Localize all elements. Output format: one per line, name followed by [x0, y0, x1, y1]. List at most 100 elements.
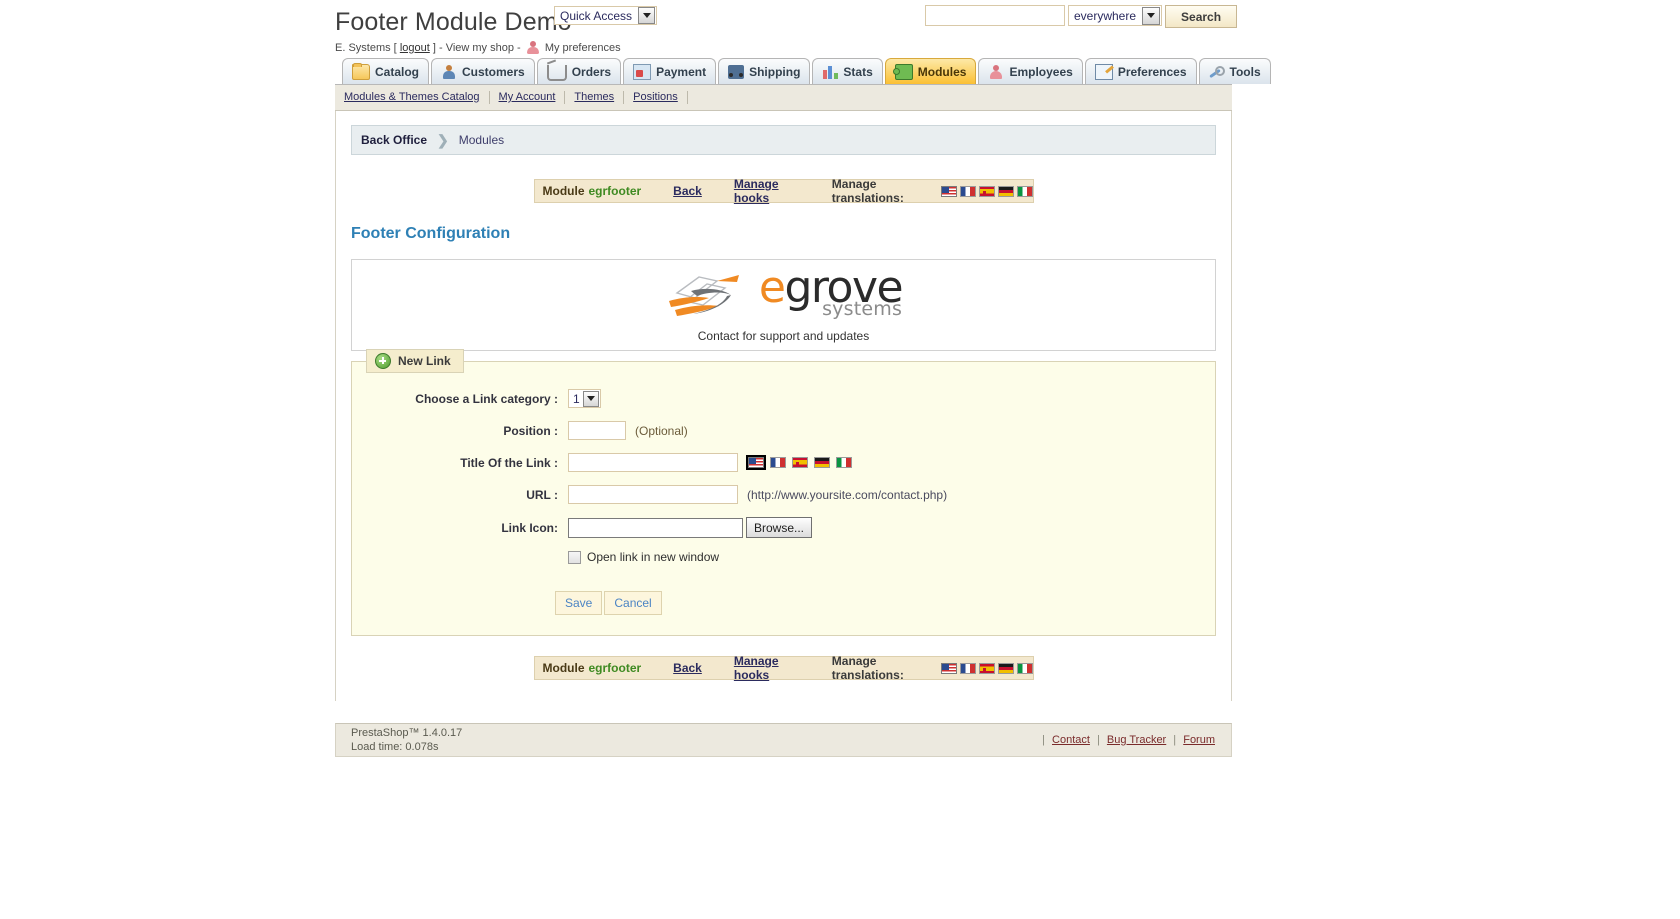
translation-flags: [940, 662, 1033, 674]
tab-orders[interactable]: Orders: [536, 58, 622, 84]
logo-subtext: systems: [822, 298, 903, 321]
legend-label: New Link: [398, 354, 451, 368]
field-row-link-icon: Link Icon: Browse...: [352, 517, 1215, 538]
tab-label: Stats: [843, 64, 873, 79]
url-hint: (http://www.yoursite.com/contact.php): [747, 487, 948, 502]
quick-access-dropdown[interactable]: Quick Access: [554, 6, 658, 25]
subtab-themes[interactable]: Themes: [565, 91, 625, 104]
manage-translations-label: Manage translations:: [831, 654, 904, 682]
tab-stats[interactable]: Stats: [812, 58, 883, 84]
folder-icon: [352, 62, 370, 80]
user-avatar-icon: [526, 41, 540, 55]
link-icon-label: Link Icon:: [501, 520, 558, 535]
category-value: 1: [573, 391, 580, 406]
es-flag-icon[interactable]: [792, 457, 808, 468]
fr-flag-icon[interactable]: [959, 185, 976, 197]
chevron-down-icon[interactable]: [1142, 6, 1161, 25]
separator: |: [1173, 734, 1177, 746]
title-label: Title Of the Link :: [460, 455, 558, 470]
open-new-window-checkbox[interactable]: [568, 550, 581, 564]
it-flag-icon[interactable]: [836, 457, 852, 468]
tab-modules[interactable]: Modules: [884, 58, 977, 84]
de-flag-icon[interactable]: [814, 457, 830, 468]
add-circle-icon: [375, 353, 391, 369]
cancel-button[interactable]: Cancel: [604, 591, 662, 615]
back-link[interactable]: Back: [673, 661, 702, 675]
employee-icon: [988, 64, 1004, 79]
footer-links: | Contact | Bug Tracker | Forum: [1042, 734, 1219, 746]
es-flag-icon[interactable]: [978, 662, 995, 674]
search-button[interactable]: Search: [1165, 5, 1238, 28]
my-preferences-link[interactable]: My preferences: [545, 42, 621, 54]
tab-preferences[interactable]: Preferences: [1084, 58, 1197, 84]
tab-customers[interactable]: Customers: [431, 58, 535, 84]
footer-version-block: PrestaShop™ 1.4.0.17 Load time: 0.078s: [351, 726, 462, 754]
branding-box: egrove systems Contact for support and u…: [351, 259, 1216, 351]
position-input[interactable]: [568, 421, 626, 440]
de-flag-icon[interactable]: [997, 662, 1014, 674]
search-scope-dropdown[interactable]: everywhere: [1068, 5, 1163, 26]
search-area: everywhere Search: [925, 5, 1238, 28]
customers-icon: [441, 64, 457, 79]
subtab-my-account[interactable]: My Account: [490, 91, 566, 104]
cart-icon: [546, 65, 567, 81]
tab-label: Catalog: [375, 64, 420, 79]
title-language-flags: [746, 455, 852, 470]
preferences-icon: [1094, 63, 1113, 80]
es-flag-icon[interactable]: [978, 185, 995, 197]
translation-flags: [940, 185, 1033, 197]
link-icon-file-input[interactable]: [568, 517, 743, 538]
browse-button[interactable]: Browse...: [746, 517, 812, 538]
us-flag-icon[interactable]: [940, 662, 957, 674]
back-link[interactable]: Back: [673, 184, 702, 198]
it-flag-icon[interactable]: [1016, 662, 1033, 674]
search-input[interactable]: [925, 5, 1065, 26]
chevron-down-icon[interactable]: [582, 390, 599, 407]
separator: |: [1097, 734, 1100, 746]
field-row-url: URL : (http://www.yoursite.com/contact.p…: [352, 485, 1215, 504]
forum-link[interactable]: Forum: [1179, 734, 1219, 746]
save-button[interactable]: Save: [555, 591, 603, 615]
tab-payment[interactable]: Payment: [623, 58, 717, 84]
field-row-title: Title Of the Link :: [352, 453, 1215, 472]
position-hint: (Optional): [635, 423, 688, 438]
link-category-select[interactable]: 1: [568, 389, 601, 408]
breadcrumb-root[interactable]: Back Office: [361, 133, 427, 147]
tab-tools[interactable]: Tools: [1198, 58, 1271, 84]
logout-link[interactable]: logout: [400, 42, 430, 54]
bug-tracker-link[interactable]: Bug Tracker: [1103, 734, 1170, 746]
fieldset-legend: New Link: [366, 349, 464, 373]
manage-hooks-link[interactable]: Manage hooks: [734, 654, 804, 682]
tab-employees[interactable]: Employees: [978, 58, 1083, 84]
page-footer: PrestaShop™ 1.4.0.17 Load time: 0.078s |…: [335, 723, 1232, 757]
chevron-down-icon[interactable]: [638, 7, 656, 24]
fr-flag-icon[interactable]: [770, 457, 786, 468]
tab-shipping[interactable]: Shipping: [718, 58, 811, 84]
us-flag-icon[interactable]: [940, 185, 957, 197]
de-flag-icon[interactable]: [997, 185, 1014, 197]
search-scope-label: everywhere: [1074, 8, 1137, 23]
page-header: Footer Module Demo E. Systems [ logout ]…: [335, 0, 1238, 58]
field-row-position: Position : (Optional): [352, 421, 1215, 440]
subtab-modules-themes-catalog[interactable]: Modules & Themes Catalog: [344, 91, 490, 104]
breadcrumb-current: Modules: [458, 133, 505, 147]
module-label: Module: [542, 661, 585, 675]
url-label: URL :: [526, 487, 558, 502]
module-name: egrfooter: [588, 661, 642, 675]
link-title-input[interactable]: [568, 453, 738, 472]
contact-link[interactable]: Contact: [1048, 734, 1094, 746]
module-name: egrfooter: [588, 184, 642, 198]
tab-label: Payment: [656, 64, 707, 79]
tab-catalog[interactable]: Catalog: [342, 58, 430, 84]
fr-flag-icon[interactable]: [959, 662, 976, 674]
us-flag-icon[interactable]: [746, 455, 766, 470]
admin-page: Footer Module Demo E. Systems [ logout ]…: [335, 0, 1271, 757]
manage-translations-label: Manage translations:: [831, 177, 904, 205]
manage-hooks-link[interactable]: Manage hooks: [734, 177, 804, 205]
sub-tab-bar: Modules & Themes Catalog My Account Them…: [335, 85, 1232, 111]
url-input[interactable]: [568, 485, 738, 504]
subtab-positions[interactable]: Positions: [624, 91, 688, 104]
it-flag-icon[interactable]: [1016, 185, 1033, 197]
config-heading: Footer Configuration: [351, 225, 511, 242]
field-row-new-window: Open link in new window: [352, 550, 1215, 564]
